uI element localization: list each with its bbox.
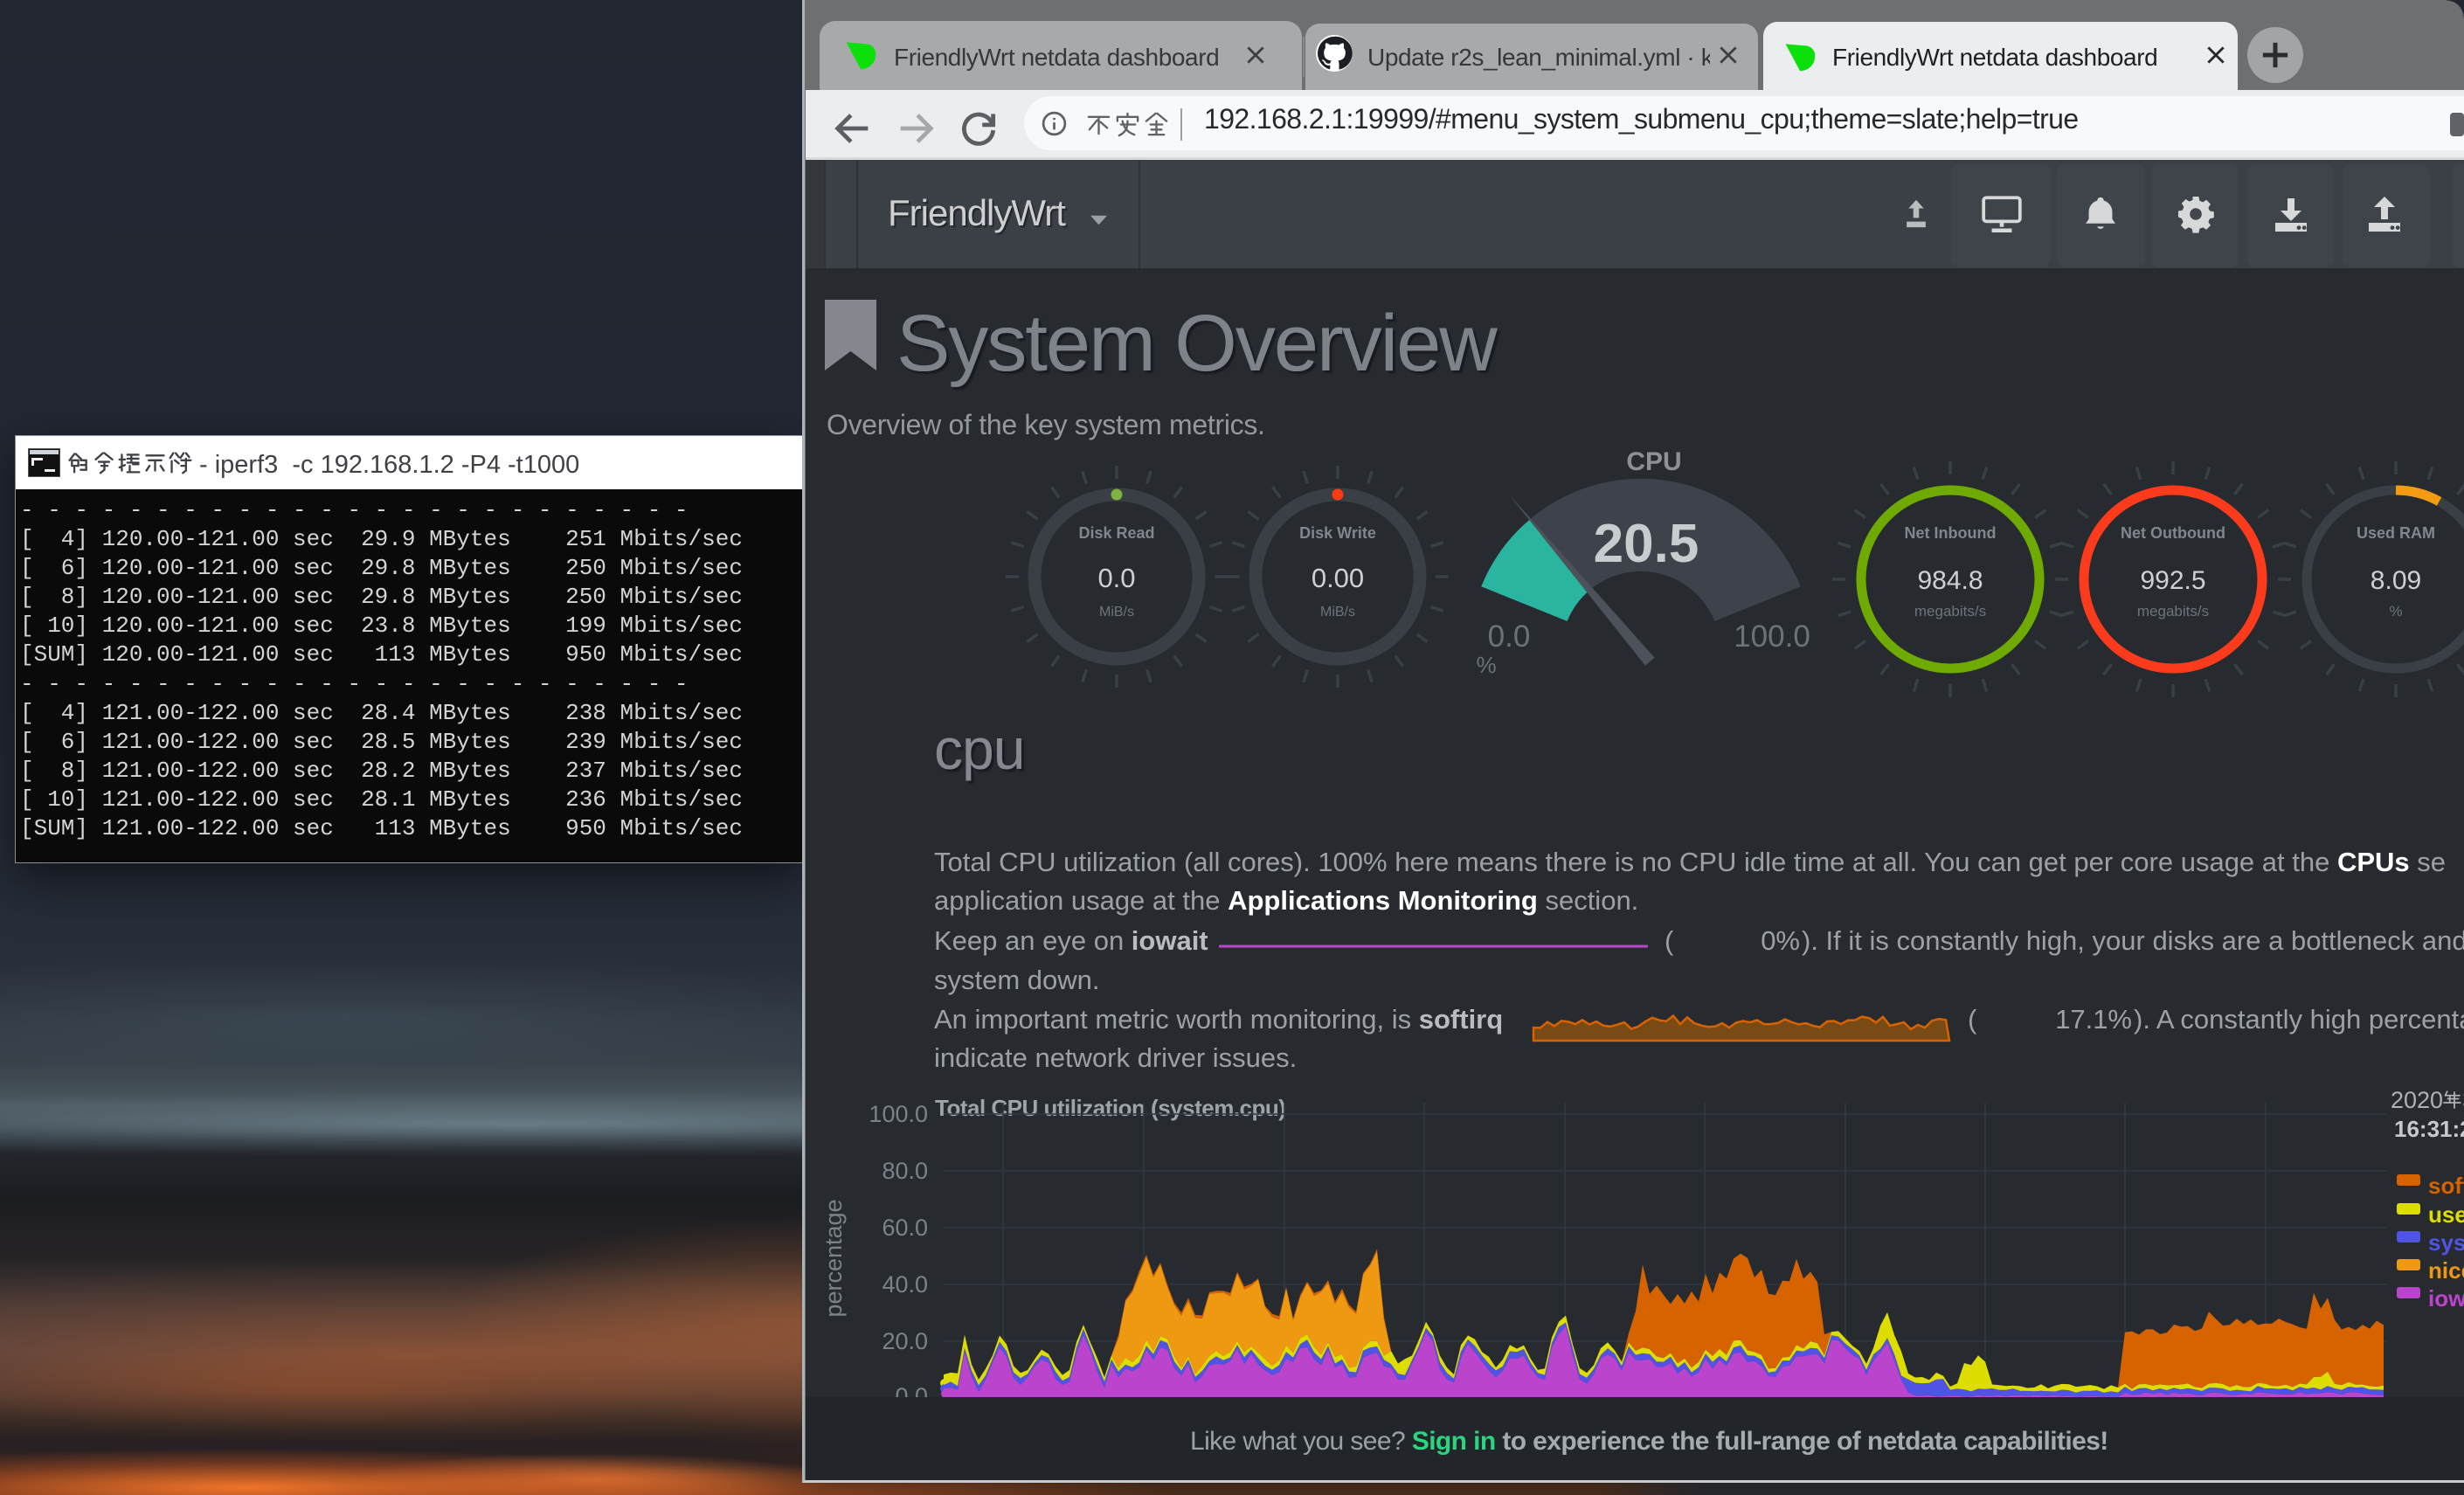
svg-text:Total CPU utilization (all cor: Total CPU utilization (all cores). 100% … [934, 847, 2446, 877]
svg-text:system: system [2428, 1229, 2464, 1256]
svg-text:984.8: 984.8 [1917, 566, 1983, 595]
svg-text:System Overview: System Overview [896, 299, 1498, 388]
svg-text:). If it is constantly high, y: ). If it is constantly high, your disks … [1802, 925, 2464, 956]
svg-text:Disk Write: Disk Write [1299, 524, 1376, 542]
svg-text:8.09: 8.09 [2371, 566, 2421, 595]
svg-text:Total CPU utilization (system.: Total CPU utilization (system.cpu) [935, 1095, 1285, 1121]
svg-text:MiB/s: MiB/s [1320, 605, 1355, 619]
svg-text:20.5: 20.5 [1594, 514, 1699, 574]
svg-text:Keep an eye on iowait: Keep an eye on iowait [934, 925, 1208, 956]
svg-text:megabits/s: megabits/s [1914, 603, 1986, 619]
svg-text:0.00: 0.00 [1312, 563, 1364, 593]
svg-text:0%: 0% [1761, 925, 1800, 956]
svg-text:iowait: iowait [2428, 1285, 2464, 1312]
svg-text:MiB/s: MiB/s [1099, 605, 1134, 619]
svg-text:(: ( [1665, 925, 1674, 956]
svg-text:16:31:23: 16:31:23 [2394, 1116, 2464, 1142]
svg-text:0.0: 0.0 [1097, 563, 1135, 593]
svg-text:(: ( [1968, 1004, 1977, 1035]
svg-text:%: % [2389, 603, 2402, 619]
svg-text:17.1%: 17.1% [2055, 1004, 2132, 1035]
svg-text:softirq: softirq [2428, 1173, 2464, 1199]
svg-text:40.0: 40.0 [882, 1271, 928, 1298]
svg-text:100.0: 100.0 [1734, 619, 1810, 654]
svg-text:megabits/s: megabits/s [2137, 603, 2209, 619]
svg-text:Used RAM: Used RAM [2357, 524, 2435, 542]
svg-text:system down.: system down. [934, 965, 1100, 995]
svg-text:0.0: 0.0 [1488, 619, 1531, 654]
svg-text:992.5: 992.5 [2140, 566, 2205, 595]
svg-text:Disk Read: Disk Read [1078, 524, 1154, 542]
svg-text:An important metric worth moni: An important metric worth monitoring, is… [934, 1004, 1503, 1035]
svg-text:Overview of the key system met: Overview of the key system metrics. [827, 409, 1265, 440]
svg-text:80.0: 80.0 [882, 1158, 928, 1184]
svg-text:indicate network driver issues: indicate network driver issues. [934, 1042, 1297, 1073]
svg-text:%: % [1476, 652, 1496, 678]
svg-text:). A constantly high percentag: ). A constantly high percentage [2134, 1004, 2464, 1035]
svg-text:percentage: percentage [820, 1199, 847, 1317]
svg-text:100.0: 100.0 [869, 1101, 928, 1127]
svg-text:CPU: CPU [1626, 447, 1681, 476]
svg-text:Net Inbound: Net Inbound [1905, 524, 1997, 542]
svg-text:20.0: 20.0 [882, 1328, 928, 1354]
svg-text:cpu: cpu [934, 716, 1024, 781]
svg-text:60.0: 60.0 [882, 1215, 928, 1241]
svg-text:0.0: 0.0 [895, 1383, 928, 1397]
svg-text:Net Outbound: Net Outbound [2121, 524, 2225, 542]
svg-text:application usage at the Appli: application usage at the Applications Mo… [934, 885, 1638, 916]
svg-text:nice: nice [2428, 1257, 2464, 1284]
svg-text:user: user [2428, 1201, 2464, 1228]
svg-text:2020: 2020 [2391, 1087, 2443, 1113]
